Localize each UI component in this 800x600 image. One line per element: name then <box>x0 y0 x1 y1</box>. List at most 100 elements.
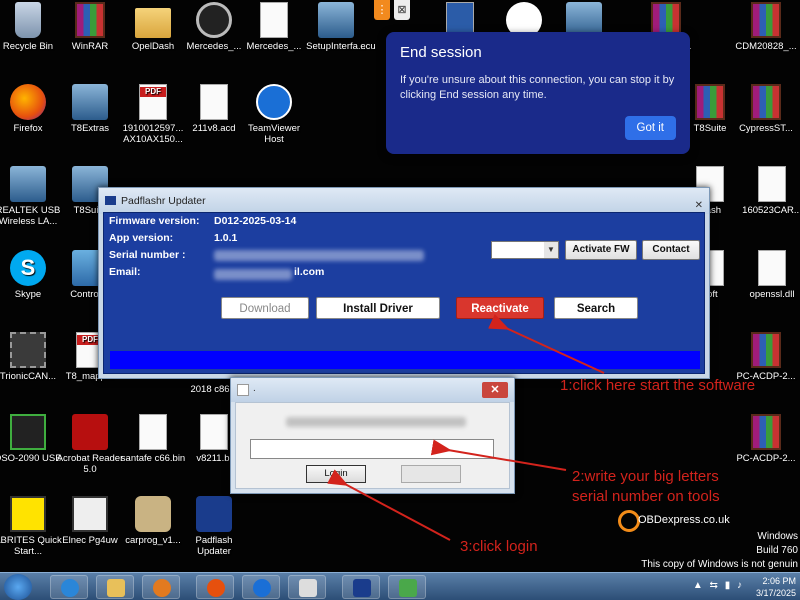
watermark-text: OBDexpress.co.uk <box>638 514 730 526</box>
desktop-icon-t8extras[interactable]: T8Extras <box>54 84 126 134</box>
taskbar: ▲ ⇆ ▮ ♪ 2:06 PM 3/17/2025 <box>0 572 800 600</box>
usb-device-icon <box>135 496 171 532</box>
serial-number-redacted <box>214 250 424 261</box>
app-version-value: 1.0.1 <box>214 232 238 244</box>
taskbar-firefox-button[interactable] <box>196 575 234 599</box>
serial-number-label: Serial number : <box>109 249 186 261</box>
t8extras-icon <box>72 84 108 120</box>
annotation-step-3: 3:click login <box>460 538 538 555</box>
desktop-icon-label: CDM20828_... <box>735 41 797 52</box>
email-value: il.com <box>294 266 325 278</box>
window-title: Padflashr Updater <box>121 195 206 207</box>
document-icon <box>758 166 786 202</box>
end-session-notification: End session If you're unsure about this … <box>386 32 690 154</box>
taskbar-app-button[interactable] <box>288 575 326 599</box>
dialog-title-redacted: . <box>253 383 256 394</box>
install-driver-button[interactable]: Install Driver <box>316 297 440 319</box>
pdf-icon <box>139 84 167 120</box>
desktop-icon-label: Acrobat Reader 5.0 <box>56 453 124 475</box>
window-titlebar[interactable]: Padflashr Updater ✕ <box>99 188 709 214</box>
padflashr-updater-window: Padflashr Updater ✕ Firmware version: D0… <box>98 187 710 379</box>
search-button[interactable]: Search <box>554 297 638 319</box>
firmware-version-value: D012-2025-03-14 <box>214 215 297 227</box>
taskbar-teamviewer-button[interactable] <box>242 575 280 599</box>
serial-number-input[interactable] <box>250 439 494 459</box>
desktop-icon-cdm[interactable]: CDM20828_... <box>730 2 800 52</box>
dialog-titlebar[interactable]: . ✕ <box>231 378 514 402</box>
elnec-icon <box>72 496 108 532</box>
folder-icon <box>135 8 171 38</box>
desktop-icon-pc-acdp-2[interactable]: PC-ACDP-2... <box>730 414 800 464</box>
start-button[interactable] <box>4 574 32 600</box>
close-button[interactable]: ✕ <box>482 382 508 398</box>
login-button[interactable]: Login <box>306 465 366 483</box>
desktop-icon-label: TeamViewer Host <box>247 123 301 145</box>
dll-icon <box>758 250 786 286</box>
annotation-step-2-line-1: 2:write your big letters <box>572 468 719 485</box>
clock-date: 3/17/2025 <box>755 588 796 598</box>
desktop-icon-160523car[interactable]: 160523CAR... <box>736 166 800 216</box>
document-icon <box>260 2 288 38</box>
taskbar-device-button[interactable] <box>388 575 426 599</box>
taskbar-explorer-button[interactable] <box>96 575 134 599</box>
notification-message: If you're unsure about this connection, … <box>400 74 675 101</box>
secondary-button-redacted[interactable] <box>401 465 461 483</box>
winrar-icon <box>751 2 781 38</box>
got-it-button[interactable]: Got it <box>624 116 676 140</box>
desktop-icon-openssl[interactable]: openssl.dll <box>736 250 800 300</box>
padflashr-main-panel: Firmware version: D012-2025-03-14 App ve… <box>103 212 705 374</box>
dialog-body: Login <box>235 402 510 489</box>
desktop-icon-cypress[interactable]: CypressST... <box>730 84 800 134</box>
chevron-down-icon: ▼ <box>544 242 558 258</box>
windows-notice-line-3: This copy of Windows is not genuin <box>641 559 798 570</box>
desktop-icon-label: ecu <box>360 41 376 52</box>
system-tray-icons[interactable]: ▲ ⇆ ▮ ♪ <box>693 580 744 591</box>
desktop-icon-acrobat[interactable]: Acrobat Reader 5.0 <box>54 414 126 475</box>
system-clock[interactable]: 2:06 PM 3/17/2025 <box>756 575 796 599</box>
teamviewer-menu-icon[interactable]: ⋮ <box>374 0 390 20</box>
padflash-logo-icon <box>105 196 116 205</box>
taskbar-media-button[interactable] <box>142 575 180 599</box>
firefox-icon <box>207 579 225 597</box>
desktop-icon-label: Padflash Updater <box>195 535 233 557</box>
winrar-icon <box>751 414 781 450</box>
dialog-app-icon <box>237 384 249 396</box>
desktop-icon-label: 160523CAR... <box>742 205 800 216</box>
login-dialog: . ✕ Login <box>230 377 515 494</box>
desktop-icon-winrar[interactable]: WinRAR <box>54 2 126 52</box>
desktop-icon-elnec[interactable]: Elnec Pg4uw <box>54 496 126 546</box>
desktop-icon-teamviewer[interactable]: TeamViewer Host <box>238 84 310 145</box>
folder-icon <box>107 579 125 597</box>
firmware-version-label: Firmware version: <box>109 215 200 227</box>
download-button[interactable]: Download <box>221 297 309 319</box>
desktop-icon-label: T8Extras <box>70 123 109 134</box>
desktop-icon-pc-acdp-1[interactable]: PC-ACDP-2... <box>730 332 800 382</box>
desktop-icon-label: PC-ACDP-2... <box>736 453 796 464</box>
taskbar-padflash-button[interactable] <box>342 575 380 599</box>
teamviewer-close-icon[interactable]: ⊠ <box>394 0 410 20</box>
trioniccan-icon <box>10 332 46 368</box>
desktop-icon-label: CypressST... <box>739 123 793 134</box>
device-select[interactable]: ▼ <box>491 241 559 259</box>
document-icon <box>139 414 167 450</box>
device-icon <box>399 579 417 597</box>
taskbar-ie-button[interactable] <box>50 575 88 599</box>
reactivate-button[interactable]: Reactivate <box>456 297 544 319</box>
desktop-icon-label: openssl.dll <box>749 289 795 300</box>
firefox-icon <box>10 84 46 120</box>
dso-icon <box>10 414 46 450</box>
activate-fw-button[interactable]: Activate FW <box>565 240 637 260</box>
contact-button[interactable]: Contact <box>642 240 700 260</box>
document-icon <box>200 84 228 120</box>
media-player-icon <box>153 579 171 597</box>
acrobat-icon <box>72 414 108 450</box>
teamviewer-control-strip: ⋮ ⊠ <box>374 0 434 22</box>
desktop-icon-padflash-updater[interactable]: Padflash Updater <box>178 496 250 557</box>
app-window-icon <box>299 579 317 597</box>
annotation-step-1: 1:click here start the software <box>560 377 756 394</box>
prompt-text-redacted <box>286 417 466 427</box>
desktop-icon-label: WinRAR <box>71 41 109 52</box>
teamviewer-icon <box>253 579 271 597</box>
desktop: Recycle Bin Firefox REALTEK USB Wireless… <box>0 0 800 600</box>
padflash-icon <box>353 579 371 597</box>
